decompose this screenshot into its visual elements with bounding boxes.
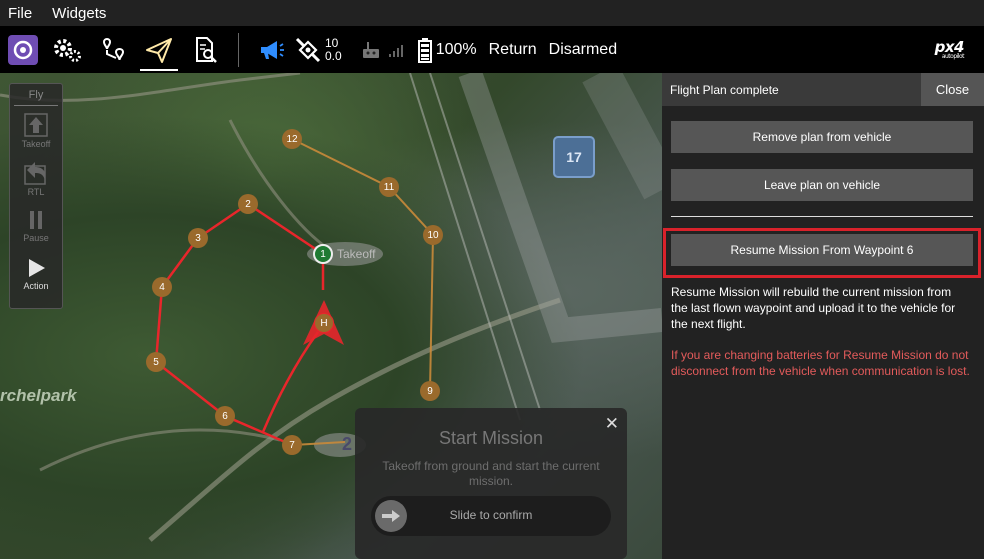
- dialog-close-icon[interactable]: ✕: [605, 414, 619, 434]
- home-marker[interactable]: H: [314, 313, 334, 333]
- takeoff-label-text: Takeoff: [21, 139, 51, 149]
- slider-label: Slide to confirm: [449, 508, 533, 522]
- megaphone-icon: [261, 40, 284, 59]
- waypoint-marker[interactable]: 6: [215, 406, 235, 426]
- analyze-button[interactable]: [182, 26, 228, 73]
- slide-to-confirm[interactable]: Slide to confirm: [371, 496, 611, 536]
- qgc-logo-icon: [13, 40, 33, 59]
- rtl-tool-button[interactable]: RTL: [10, 160, 62, 202]
- resume-mission-button[interactable]: Resume Mission From Waypoint 6: [671, 234, 973, 266]
- mission-path-future: [291, 138, 435, 392]
- rc-transmitter-icon[interactable]: [360, 39, 382, 61]
- waypoint-marker[interactable]: 2: [238, 194, 258, 214]
- building-area: [582, 73, 662, 200]
- vehicle-setup-button[interactable]: [90, 26, 136, 73]
- waypoint-marker[interactable]: 11: [379, 177, 399, 197]
- waypoint-marker[interactable]: 9: [420, 381, 440, 401]
- waypoint-marker[interactable]: 3: [188, 228, 208, 248]
- action-label-text: Action: [23, 281, 49, 291]
- map-place-label: rchelpark: [0, 386, 77, 405]
- battery-icon[interactable]: [417, 37, 432, 63]
- plan-status-panel: Flight Plan complete Close Remove plan f…: [662, 73, 984, 559]
- close-button[interactable]: Close: [921, 73, 984, 106]
- pause-label-text: Pause: [23, 233, 49, 243]
- map-building-marker: 17: [553, 136, 595, 178]
- panel-divider: [671, 216, 973, 217]
- plan-panel-header: Flight Plan complete Close: [662, 73, 984, 106]
- waypoint-marker[interactable]: 5: [146, 352, 166, 372]
- battery-percent: 100%: [435, 40, 477, 58]
- hdop-value: 0.0: [325, 48, 342, 63]
- plan-view-button[interactable]: [136, 26, 182, 73]
- settings-button[interactable]: [44, 26, 90, 73]
- menu-file[interactable]: File: [8, 5, 32, 22]
- resume-warning-text: If you are changing batteries for Resume…: [671, 348, 970, 378]
- takeoff-label: Takeoff: [337, 247, 376, 261]
- qgc-logo-button[interactable]: [8, 34, 38, 65]
- resume-info-text: Resume Mission will rebuild the current …: [671, 285, 956, 331]
- mission-path-return: [261, 331, 320, 433]
- slider-handle[interactable]: [375, 500, 407, 532]
- fly-tool-panel: Fly Takeoff RTL Pause Action: [9, 83, 63, 309]
- document-search-icon: [196, 36, 217, 63]
- path: [228, 119, 331, 252]
- px4-logo: px4 autopilot: [934, 38, 965, 60]
- menu-bar: File Widgets: [0, 0, 984, 26]
- start-mission-description: Takeoff from ground and start the curren…: [382, 459, 600, 488]
- signal-strength-icon: [388, 44, 403, 57]
- mission-path-flown: [154, 202, 324, 447]
- plan-panel-title: Flight Plan complete: [670, 83, 779, 97]
- waypoint-marker[interactable]: 10: [423, 225, 443, 245]
- takeoff-tool-button[interactable]: Takeoff: [10, 112, 62, 154]
- rtl-label-text: RTL: [27, 187, 45, 197]
- leave-plan-button[interactable]: Leave plan on vehicle: [671, 169, 973, 201]
- gears-icon: [54, 38, 81, 62]
- partial-marker: 2: [342, 434, 353, 454]
- start-mission-title: Start Mission: [438, 428, 544, 448]
- waypoint-marker[interactable]: 12: [282, 129, 302, 149]
- route-waypoint-icon: [102, 37, 125, 60]
- toolbar: 10 0.0 100% Return Disarmed px4 autopilo…: [0, 26, 984, 73]
- paper-plane-icon: [146, 37, 172, 63]
- remove-plan-button[interactable]: Remove plan from vehicle: [671, 121, 973, 153]
- map-view[interactable]: rchelpark 17 Takeoff 1 2 3 4 5 6 7 9 10 …: [0, 73, 662, 559]
- waypoint-marker[interactable]: 4: [152, 277, 172, 297]
- satellite-count: 10: [325, 35, 339, 50]
- rtl-icon: [24, 162, 46, 185]
- flight-mode-selector[interactable]: Return: [489, 41, 537, 59]
- waypoint-takeoff[interactable]: 1: [313, 244, 333, 264]
- start-mission-dialog: ✕ Start Mission Takeoff from ground and …: [355, 408, 627, 559]
- path: [39, 428, 281, 472]
- fly-panel-title: Fly: [14, 84, 58, 106]
- action-tool-button[interactable]: Action: [10, 256, 62, 298]
- toolbar-divider: [238, 32, 239, 67]
- waypoint-marker[interactable]: 7: [282, 435, 302, 455]
- rail-track: [409, 73, 521, 421]
- messages-button[interactable]: [249, 26, 295, 73]
- arm-state[interactable]: Disarmed: [549, 41, 617, 59]
- satellite-icon[interactable]: [295, 37, 321, 63]
- pause-tool-button[interactable]: Pause: [10, 208, 62, 250]
- arrow-right-icon: [382, 510, 400, 522]
- menu-widgets[interactable]: Widgets: [52, 5, 106, 22]
- takeoff-icon: [24, 113, 48, 137]
- play-icon: [29, 259, 45, 277]
- pause-icon: [30, 211, 42, 229]
- gps-status: 10 0.0: [325, 35, 342, 63]
